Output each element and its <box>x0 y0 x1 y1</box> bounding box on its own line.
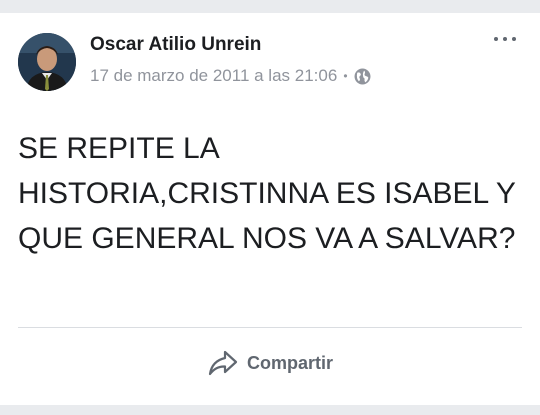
more-options-icon[interactable] <box>494 37 516 41</box>
more-dot <box>512 37 516 41</box>
globe-icon[interactable] <box>354 68 371 85</box>
share-arrow-icon <box>207 349 239 377</box>
share-button[interactable]: Compartir <box>0 342 540 384</box>
divider <box>18 327 522 328</box>
profile-photo <box>18 33 76 91</box>
post-text: SE REPITE LA HISTORIA,CRISTINNA ES ISABE… <box>18 132 516 255</box>
share-label: Compartir <box>246 352 333 373</box>
post-meta: 17 de marzo de 2011 a las 21:06 • <box>90 66 371 86</box>
post-timestamp[interactable]: 17 de marzo de 2011 a las 21:06 <box>90 66 337 86</box>
more-dot <box>494 37 498 41</box>
author-name[interactable]: Oscar Atilio Unrein <box>90 34 261 56</box>
avatar[interactable] <box>18 33 76 91</box>
post-card: Oscar Atilio Unrein 17 de marzo de 2011 … <box>0 13 540 405</box>
more-dot <box>503 37 507 41</box>
meta-separator: • <box>343 69 348 83</box>
